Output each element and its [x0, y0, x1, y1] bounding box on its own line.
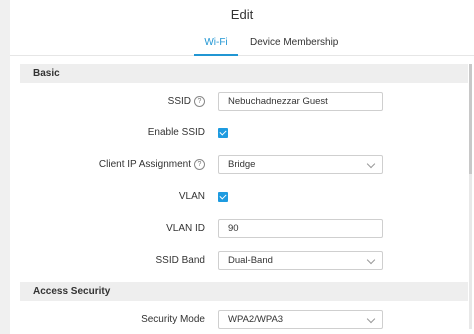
client-ip-row: Client IP Assignment? Bridge: [20, 155, 468, 175]
ssid-band-select[interactable]: Dual-Band: [218, 251, 383, 270]
client-ip-value: Bridge: [228, 159, 256, 170]
dialog-title: Edit: [230, 7, 254, 22]
client-ip-label: Client IP Assignment?: [99, 155, 205, 175]
scrollbar-thumb[interactable]: [469, 64, 472, 174]
question-circle-icon[interactable]: ?: [194, 96, 205, 107]
tab-wifi[interactable]: Wi-Fi: [194, 37, 238, 56]
tab-bar: Wi-Fi Device Membership: [10, 33, 474, 56]
vlan-row: VLAN: [20, 187, 468, 207]
vlan-id-label: VLAN ID: [166, 223, 205, 234]
tab-device-membership[interactable]: Device Membership: [250, 37, 338, 48]
form-scroll-area: Basic SSID? Enable SSID Client IP Assign…: [20, 64, 468, 334]
ssid-band-row: SSID Band Dual-Band: [20, 251, 468, 271]
section-basic-header: Basic: [20, 64, 468, 83]
security-mode-select[interactable]: WPA2/WPA3: [218, 310, 383, 329]
enable-ssid-label: Enable SSID: [147, 127, 205, 138]
chevron-down-icon: [366, 159, 376, 169]
enable-ssid-row: Enable SSID: [20, 123, 468, 143]
section-access-security-header: Access Security: [20, 282, 468, 301]
scrollbar[interactable]: [469, 64, 472, 329]
security-mode-label: Security Mode: [141, 314, 205, 325]
ssid-label: SSID?: [168, 92, 205, 112]
ssid-input[interactable]: [218, 92, 383, 111]
chevron-down-icon: [366, 314, 376, 324]
security-mode-value: WPA2/WPA3: [228, 314, 284, 325]
question-circle-icon[interactable]: ?: [194, 159, 205, 170]
security-mode-row: Security Mode WPA2/WPA3: [20, 310, 468, 330]
vlan-checkbox[interactable]: [218, 192, 228, 202]
ssid-band-label: SSID Band: [155, 255, 205, 266]
client-ip-select[interactable]: Bridge: [218, 155, 383, 174]
ssid-band-value: Dual-Band: [228, 255, 273, 266]
vlan-label: VLAN: [178, 191, 205, 202]
edit-dialog: Edit Wi-Fi Device Membership Basic SSID?…: [10, 0, 474, 334]
vlan-id-input[interactable]: [218, 219, 383, 238]
enable-ssid-checkbox[interactable]: [218, 128, 228, 138]
ssid-row: SSID?: [20, 92, 468, 112]
vlan-id-row: VLAN ID: [20, 219, 468, 239]
chevron-down-icon: [366, 255, 376, 265]
